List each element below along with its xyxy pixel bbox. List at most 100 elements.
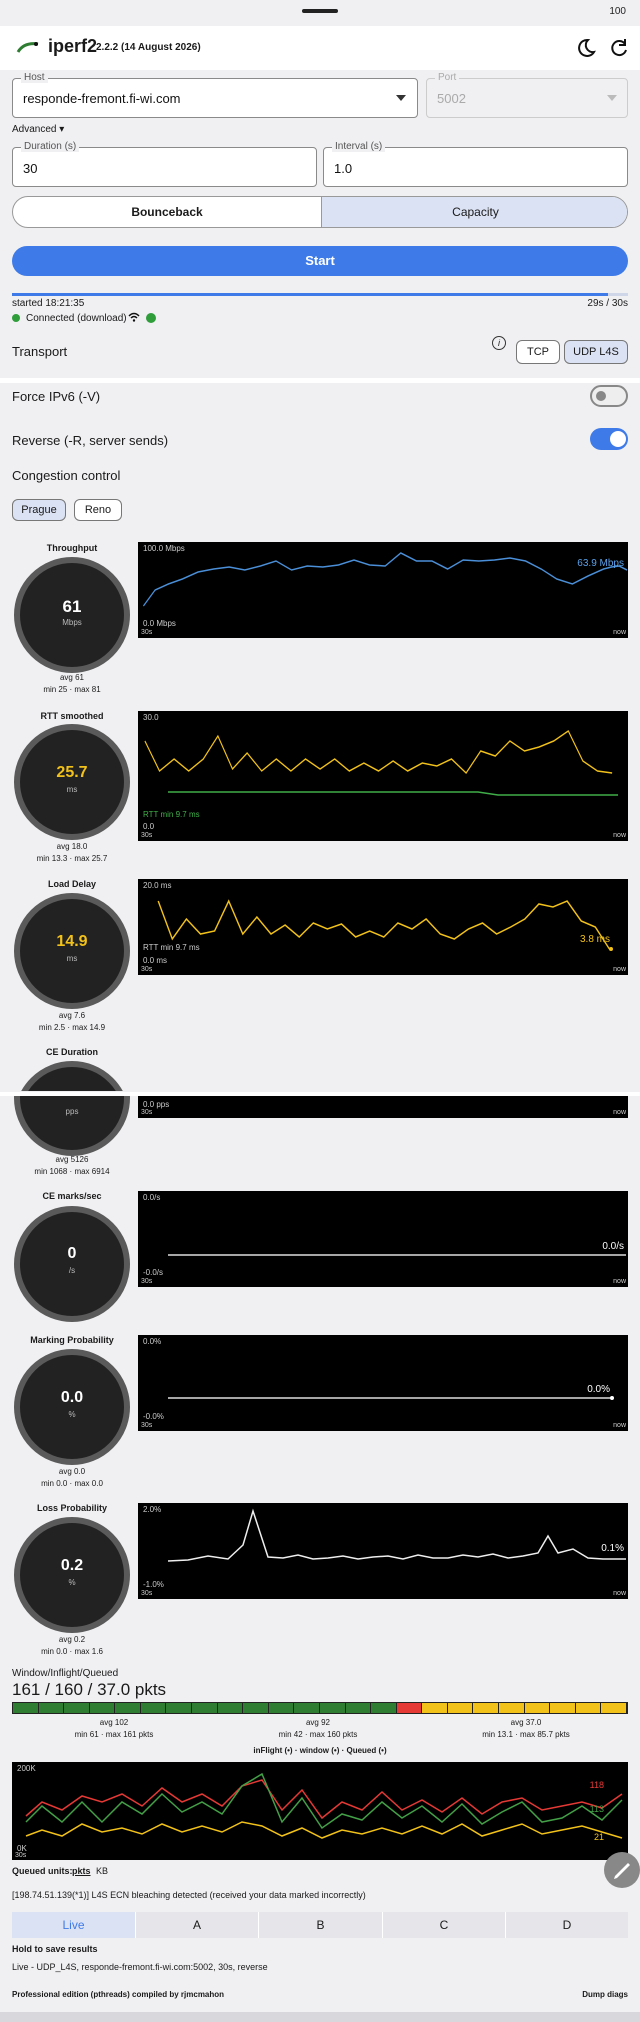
window-segment	[89, 1703, 116, 1713]
advanced-toggle[interactable]: Advanced ▾	[12, 124, 64, 135]
duration-value: 30	[23, 161, 38, 176]
section-divider	[0, 378, 640, 383]
interval-value: 1.0	[334, 161, 353, 176]
throughput-range: min 25 · max 81	[43, 685, 101, 694]
window-segment-bar	[12, 1702, 628, 1714]
queued-units-label: Queued units:	[12, 1866, 73, 1876]
force-ipv6-switch[interactable]	[590, 385, 628, 407]
ce-marks-chart: 0.0/s -0.0/s 30s now 0.0/s	[138, 1191, 628, 1287]
marks-ymin: -0.0/s	[143, 1268, 164, 1277]
ce-duration-avg: avg 5126	[55, 1155, 89, 1164]
window-segment	[192, 1703, 218, 1713]
load-avg: avg 7.6	[58, 1011, 86, 1020]
host-select[interactable]: Host responde-fremont.fi-wi.com	[12, 72, 418, 118]
battery-level: 100	[609, 6, 626, 17]
tab-c[interactable]: C	[382, 1912, 505, 1938]
window-range: min 61 · max 161 pkts	[74, 1730, 154, 1739]
udp-l4s-button[interactable]: UDP L4S	[564, 340, 628, 364]
bounceback-button[interactable]: Bounceback	[13, 197, 321, 227]
capacity-button[interactable]: Capacity	[321, 197, 627, 227]
window-values: 161 / 160 / 37.0 pkts	[12, 1680, 167, 1699]
chevron-down-icon	[607, 95, 617, 101]
cc-label: Congestion control	[12, 468, 121, 483]
load-ymax: 20.0 ms	[143, 881, 172, 890]
marking-range: min 0.0 · max 0.0	[41, 1479, 103, 1488]
interval-field[interactable]: Interval (s) 1.0	[323, 141, 628, 187]
host-label: Host	[21, 72, 48, 83]
edit-fab[interactable]	[604, 1852, 640, 1888]
status-bar: 100	[0, 0, 640, 26]
window-segment	[447, 1703, 474, 1713]
window-segment	[575, 1703, 602, 1713]
window-segment	[13, 1703, 39, 1713]
prague-button[interactable]: Prague	[12, 499, 66, 521]
chevron-down-icon: ▾	[59, 124, 65, 135]
window-segment	[371, 1703, 397, 1713]
load-gauge	[14, 893, 130, 1009]
window-x0: 30s	[15, 1852, 27, 1859]
loss-title: Loss Probability	[36, 1503, 107, 1513]
throughput-value: 61	[62, 597, 82, 616]
marking-chart: 0.0% -0.0% 30s now 0.0%	[138, 1335, 628, 1431]
marks-x1: now	[613, 1278, 626, 1285]
ce-marks-value: 0	[67, 1245, 77, 1262]
app-title: iperf2	[48, 36, 98, 56]
port-field[interactable]: Port 5002	[426, 72, 628, 118]
load-value: 14.9	[56, 933, 88, 950]
marking-unit: %	[68, 1410, 76, 1419]
run-summary: Live - UDP_L4S, responde-fremont.fi-wi.c…	[12, 1962, 268, 1972]
reno-button[interactable]: Reno	[74, 499, 122, 521]
ce-duration-chart: 0.0 pps 30s now	[138, 1096, 628, 1118]
window-segment	[64, 1703, 90, 1713]
window-segment	[396, 1703, 423, 1713]
reverse-switch[interactable]	[590, 428, 628, 450]
progress-track	[12, 293, 628, 296]
tab-a[interactable]: A	[135, 1912, 258, 1938]
inflight-range: min 42 · max 160 pkts	[278, 1730, 358, 1739]
info-icon[interactable]: i	[492, 336, 506, 350]
rtt-note: RTT min 9.7 ms	[143, 810, 200, 819]
marking-avg: avg 0.0	[58, 1467, 86, 1476]
marking-value: 0.0	[60, 1389, 84, 1406]
ce-ymin: 0.0 pps	[143, 1100, 170, 1109]
duration-field[interactable]: Duration (s) 30	[12, 141, 317, 187]
units-pkts[interactable]: pkts	[72, 1866, 91, 1876]
window-segment	[38, 1703, 65, 1713]
window-segment	[268, 1703, 295, 1713]
app-version: 2.2.2 (14 August 2026)	[96, 42, 201, 53]
inflight-last: 113	[589, 1804, 604, 1814]
units-kb[interactable]: KB	[96, 1866, 108, 1876]
rtt-unit: ms	[66, 785, 78, 794]
window-legend: inFlight (•) · window (•) · Queued (•)	[253, 1746, 387, 1755]
refresh-icon[interactable]	[607, 36, 631, 60]
throughput-title: Throughput	[46, 543, 98, 553]
start-button[interactable]: Start	[12, 246, 628, 276]
window-segment	[217, 1703, 244, 1713]
load-chart: 20.0 ms 0.0 ms RTT min 9.7 ms 30s now 3.…	[138, 879, 628, 975]
advanced-label: Advanced	[12, 124, 57, 135]
tab-d[interactable]: D	[505, 1912, 628, 1938]
tab-b[interactable]: B	[258, 1912, 382, 1938]
rtt-x0: 30s	[141, 832, 153, 839]
ce-duration-unit: pps	[65, 1107, 79, 1116]
loss-x1: now	[613, 1590, 626, 1597]
app-logo-icon	[16, 42, 39, 53]
dump-diags-button[interactable]: Dump diags	[582, 1990, 628, 1999]
window-segment	[243, 1703, 269, 1713]
loss-chart: 2.0% -1.0% 30s now 0.1%	[138, 1503, 628, 1599]
hold-hint: Hold to save results	[12, 1944, 98, 1954]
edition: Professional edition (pthreads) compiled…	[12, 1990, 225, 1999]
ce-x0: 30s	[141, 1109, 153, 1116]
ce-marks-gauge	[14, 1206, 130, 1322]
throughput-chart: 100.0 Mbps 0.0 Mbps 30s now 63.9 Mbps	[138, 542, 628, 638]
tab-live[interactable]: Live	[12, 1912, 135, 1938]
queued-avg: avg 37.0	[510, 1718, 542, 1727]
marking-gauge	[14, 1349, 130, 1465]
dark-mode-icon[interactable]	[574, 36, 598, 60]
throughput-unit: Mbps	[62, 618, 82, 627]
loss-value: 0.2	[60, 1557, 84, 1574]
throughput-x1: now	[613, 629, 626, 636]
throughput-last: 63.9 Mbps	[577, 558, 624, 569]
tcp-button[interactable]: TCP	[516, 340, 560, 364]
window-segment	[550, 1703, 576, 1713]
